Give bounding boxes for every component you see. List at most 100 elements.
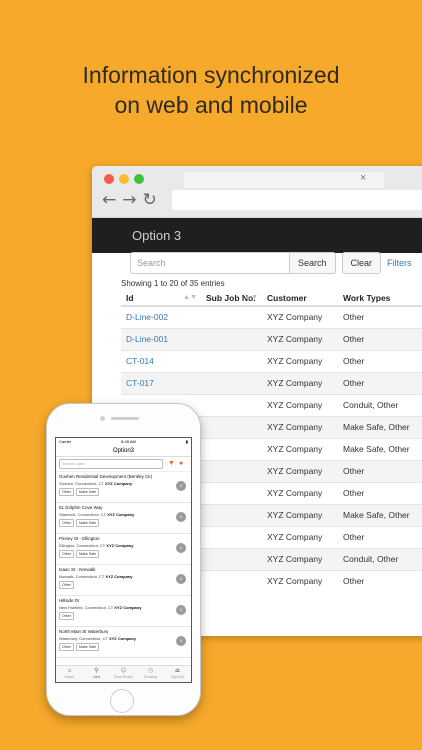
- tab-crew-roster[interactable]: ☺ Crew Roster: [110, 666, 137, 682]
- job-address: Stamford, Connecticut, CT XYZ Company: [59, 512, 135, 517]
- cell-id[interactable]: D-Line-001: [121, 327, 201, 350]
- battery-icon: ▮: [185, 439, 188, 444]
- job-customer: XYZ Company: [114, 605, 142, 610]
- cell-work-types: Other: [338, 525, 422, 548]
- tab-clocking[interactable]: ◷ Clocking: [137, 666, 164, 682]
- cell-customer: XYZ Company: [262, 371, 338, 394]
- column-header-id[interactable]: Id ▲▼: [121, 290, 201, 307]
- chevron-right-icon[interactable]: ›: [176, 543, 186, 553]
- work-type-tag: Other: [59, 612, 74, 620]
- job-list-item[interactable]: Pinney St - Ellington Ellington, Connecti…: [56, 534, 191, 565]
- job-name: Pinney St - Ellington: [59, 536, 100, 541]
- job-name: North Main St Waterbury: [59, 629, 109, 634]
- work-type-tag: Other: [59, 550, 74, 558]
- table-row[interactable]: D-Line-002 XYZ Company Other: [121, 305, 422, 328]
- job-list-item[interactable]: Goshen Residential Development (Bentley …: [56, 472, 191, 503]
- page-title: Option 3: [132, 228, 182, 243]
- chevron-right-icon[interactable]: ›: [176, 574, 186, 584]
- table-row[interactable]: D-Line-001 XYZ Company Other: [121, 327, 422, 350]
- cell-sub-job: [201, 393, 262, 416]
- tab-icon: ⏏: [174, 667, 181, 674]
- minimize-window-dot[interactable]: [119, 174, 129, 184]
- job-address: New Fairfield, Connecticut, CT XYZ Compa…: [59, 605, 142, 610]
- work-type-tag: Other: [59, 643, 74, 651]
- cell-work-types: Other: [338, 481, 422, 504]
- chevron-right-icon[interactable]: ›: [176, 481, 186, 491]
- job-list-item[interactable]: Hillside Dr New Fairfield, Connecticut, C…: [56, 596, 191, 627]
- work-type-tag: Make Safe: [76, 488, 100, 496]
- browser-tab[interactable]: [184, 172, 384, 188]
- job-list: Goshen Residential Development (Bentley …: [56, 472, 191, 658]
- table-header-row: Id ▲▼ Sub Job No. ▲▼ Customer Work Types: [121, 290, 422, 307]
- back-arrow-icon[interactable]: ←: [102, 190, 122, 210]
- chevron-right-icon[interactable]: ›: [176, 512, 186, 522]
- chevron-right-icon[interactable]: ›: [176, 636, 186, 646]
- search-button[interactable]: Search: [290, 252, 336, 274]
- sort-icon: ▲▼: [183, 294, 197, 301]
- cell-customer: XYZ Company: [262, 459, 338, 482]
- job-tags: Other Make Safe: [59, 643, 188, 651]
- work-type-tag: Make Safe: [76, 519, 100, 527]
- job-list-item[interactable]: North Main St Waterbury Waterbury, Connec…: [56, 627, 191, 658]
- job-list-item[interactable]: Isaac St - Norwalk Norwalk, Connecticut, …: [56, 565, 191, 596]
- search-input[interactable]: Search: [130, 252, 290, 274]
- clear-button[interactable]: Clear: [341, 252, 382, 274]
- close-window-dot[interactable]: [104, 174, 114, 184]
- tab-home[interactable]: ⌂ Home: [56, 666, 83, 682]
- home-button[interactable]: [110, 689, 134, 713]
- job-address: Goshen, Connecticut, CT XYZ Company: [59, 481, 133, 486]
- tab-sign-out[interactable]: ⏏ Sign Out: [164, 666, 191, 682]
- table-row[interactable]: CT-017 XYZ Company Other: [121, 371, 422, 394]
- column-header-customer[interactable]: Customer: [262, 290, 338, 307]
- filters-link[interactable]: Filters: [387, 258, 412, 268]
- cell-customer: XYZ Company: [262, 349, 338, 372]
- job-address: Ellington, Connecticut, CT XYZ Company: [59, 543, 134, 548]
- job-tags: Other Make Safe: [59, 550, 188, 558]
- cell-customer: XYZ Company: [262, 393, 338, 416]
- tab-icon: ⚲: [94, 667, 99, 674]
- cell-work-types: Make Safe, Other: [338, 503, 422, 526]
- cell-work-types: Other: [338, 371, 422, 394]
- column-header-work-types[interactable]: Work Types: [338, 290, 422, 307]
- chevron-right-icon[interactable]: ›: [176, 605, 186, 615]
- cell-sub-job: [201, 415, 262, 438]
- tab-label: Crew Roster: [113, 675, 134, 679]
- tab-close-icon[interactable]: ×: [360, 172, 366, 184]
- time-label: 8:45 AM: [121, 439, 136, 444]
- cell-sub-job: [201, 481, 262, 504]
- cell-work-types: Make Safe, Other: [338, 437, 422, 460]
- cell-sub-job: [201, 349, 262, 372]
- tab-icon: ◷: [147, 667, 154, 674]
- table-row[interactable]: CT-014 XYZ Company Other: [121, 349, 422, 372]
- tab-jobs[interactable]: ⚲ Jobs: [83, 666, 110, 682]
- cell-id[interactable]: CT-014: [121, 349, 201, 372]
- search-row: Search Search Clear Filters: [130, 252, 412, 274]
- tab-label: Home: [64, 675, 75, 679]
- cell-sub-job: [201, 305, 262, 328]
- carrier-label: Carrier: [59, 439, 72, 444]
- status-bar: Carrier 8:45 AM ▮: [56, 438, 191, 445]
- cell-id[interactable]: D-Line-002: [121, 305, 201, 328]
- cell-work-types: Other: [338, 459, 422, 482]
- filter-icon[interactable]: ▼: [168, 459, 175, 469]
- job-tags: Other Make Safe: [59, 519, 188, 527]
- maximize-window-dot[interactable]: [134, 174, 144, 184]
- forward-arrow-icon[interactable]: →: [122, 190, 142, 210]
- address-bar[interactable]: [172, 190, 422, 210]
- page-header: Option 3: [92, 218, 422, 253]
- cell-work-types: Conduit, Other: [338, 393, 422, 416]
- cell-work-types: Make Safe, Other: [338, 415, 422, 438]
- cell-customer: XYZ Company: [262, 415, 338, 438]
- reload-icon[interactable]: ↻: [143, 190, 163, 210]
- phone-search-input[interactable]: Search Jobs: [59, 459, 163, 469]
- job-customer: XYZ Company: [106, 543, 134, 548]
- cell-customer: XYZ Company: [262, 569, 338, 592]
- cell-work-types: Other: [338, 327, 422, 350]
- job-customer: XYZ Company: [107, 512, 135, 517]
- map-pin-icon[interactable]: ●: [179, 459, 183, 469]
- cell-id[interactable]: CT-017: [121, 371, 201, 394]
- headline-line-2: on web and mobile: [114, 92, 308, 118]
- column-header-sub-job[interactable]: Sub Job No. ▲▼: [201, 290, 262, 307]
- job-list-item[interactable]: 51 Dolphin Cove Way Stamford, Connecticut…: [56, 503, 191, 534]
- job-name: Hillside Dr: [59, 598, 80, 603]
